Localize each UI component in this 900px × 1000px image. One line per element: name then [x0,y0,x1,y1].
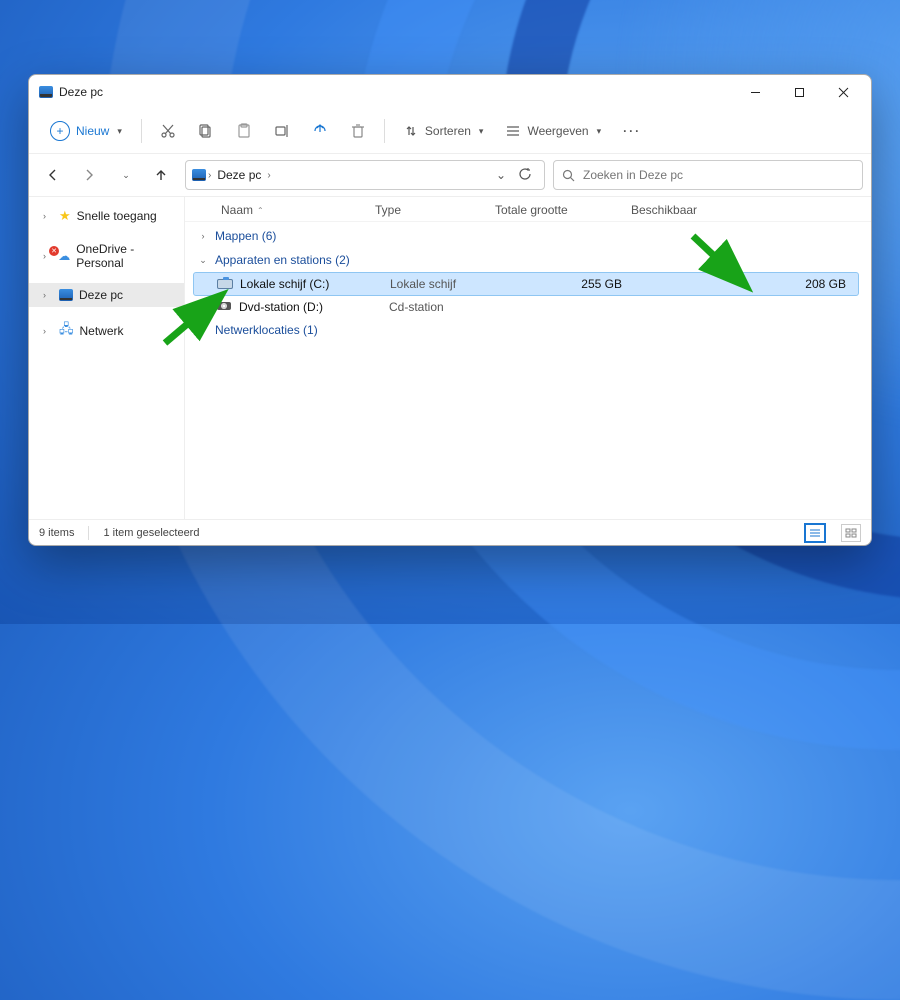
sidebar: › ★ Snelle toegang › ☁ ✕ OneDrive - Pers… [29,197,185,519]
more-button[interactable]: ··· [615,115,649,147]
this-pc-icon [192,169,206,181]
chevron-down-icon: ⌄ [122,170,130,181]
search-input[interactable] [583,168,854,182]
sidebar-item-label: OneDrive - Personal [76,242,176,270]
row-dvd-d[interactable]: Dvd-station (D:) Cd-station [193,296,859,318]
chevron-down-icon: ▾ [479,126,484,137]
sidebar-item-quick-access[interactable]: › ★ Snelle toegang [29,203,184,229]
toolbar: + Nieuw ▾ Sorteren ▾ Weergeven ▾ ··· [29,109,871,153]
view-button[interactable]: Weergeven ▾ [497,115,609,147]
row-total: 255 GB [510,277,646,291]
this-pc-icon [39,86,53,98]
chevron-right-icon: › [197,231,209,241]
forward-button[interactable] [73,159,105,191]
col-name[interactable]: Naam⌃ [221,203,375,217]
group-label: Apparaten en stations (2) [215,253,350,267]
sort-button[interactable]: Sorteren ▾ [395,115,492,147]
chevron-right-icon: › [43,326,53,336]
chevron-right-icon: › [265,170,272,181]
share-button[interactable] [304,115,336,147]
sidebar-item-label: Deze pc [79,288,123,302]
row-name: Lokale schijf (C:) [240,277,390,291]
chevron-right-icon: › [43,211,53,221]
address-bar[interactable]: › Deze pc › ⌄ [185,160,545,190]
recent-button[interactable]: ⌄ [109,159,141,191]
minimize-button[interactable] [733,77,777,107]
window-title: Deze pc [59,85,103,99]
search-icon [562,169,575,182]
thumbnails-view-button[interactable] [841,524,861,542]
details-view-button[interactable] [805,524,825,542]
status-bar: 9 items 1 item geselecteerd [29,519,871,545]
group-label: Netwerklocaties (1) [215,323,318,337]
content-pane: Naam⌃ Type Totale grootte Beschikbaar › … [185,197,871,519]
refresh-button[interactable] [512,167,538,184]
group-network-locations[interactable]: › Netwerklocaties (1) [193,318,859,342]
sidebar-item-network[interactable]: › 🖧 Netwerk [29,315,184,347]
status-count: 9 items [39,527,74,539]
explorer-window: Deze pc + Nieuw ▾ Sorteren ▾ Weergeven ▾… [28,74,872,546]
chevron-down-icon: ▾ [117,126,122,137]
status-selected: 1 item geselecteerd [103,527,199,539]
error-badge-icon: ✕ [49,246,59,256]
chevron-right-icon: › [197,325,209,335]
paste-button[interactable] [228,115,260,147]
sidebar-item-label: Snelle toegang [77,209,157,223]
item-list: › Mappen (6) ⌄ Apparaten en stations (2)… [185,222,871,344]
sort-label: Sorteren [425,124,471,138]
search-box[interactable] [553,160,863,190]
copy-button[interactable] [190,115,222,147]
up-button[interactable] [145,159,177,191]
titlebar: Deze pc [29,75,871,109]
this-pc-icon [59,289,73,301]
sort-caret-icon: ⌃ [257,206,264,215]
sidebar-item-label: Netwerk [80,324,124,338]
cut-button[interactable] [152,115,184,147]
group-label: Mappen (6) [215,229,276,243]
chevron-right-icon: › [206,170,213,181]
sidebar-item-this-pc[interactable]: › Deze pc [29,283,184,307]
row-type: Lokale schijf [390,277,510,291]
sidebar-item-onedrive[interactable]: › ☁ ✕ OneDrive - Personal [29,237,184,275]
view-label: Weergeven [527,124,588,138]
group-devices[interactable]: ⌄ Apparaten en stations (2) [193,248,859,272]
cloud-icon: ☁ [58,249,70,263]
new-label: Nieuw [76,124,109,138]
chevron-right-icon: › [43,290,53,300]
chevron-down-icon: ⌄ [197,255,209,266]
close-button[interactable] [821,77,865,107]
column-headers: Naam⌃ Type Totale grootte Beschikbaar [185,197,871,222]
back-button[interactable] [37,159,69,191]
new-button[interactable]: + Nieuw ▾ [41,115,131,147]
row-local-disk-c[interactable]: Lokale schijf (C:) Lokale schijf 255 GB … [193,272,859,296]
chevron-down-icon[interactable]: ⌄ [490,168,512,182]
col-type[interactable]: Type [375,203,495,217]
rename-button[interactable] [266,115,298,147]
group-folders[interactable]: › Mappen (6) [193,224,859,248]
network-icon: 🖧 [59,320,74,342]
dvd-icon [215,303,233,311]
star-icon: ★ [59,208,71,224]
plus-icon: + [50,121,70,141]
row-type: Cd-station [389,300,509,314]
row-name: Dvd-station (D:) [239,300,389,314]
row-available: 208 GB [646,277,854,291]
col-available[interactable]: Beschikbaar [631,203,859,217]
delete-button[interactable] [342,115,374,147]
breadcrumb[interactable]: Deze pc [213,166,265,184]
chevron-down-icon: ▾ [597,126,602,137]
col-total[interactable]: Totale grootte [495,203,631,217]
maximize-button[interactable] [777,77,821,107]
drive-icon [216,279,234,289]
navbar: ⌄ › Deze pc › ⌄ [29,153,871,197]
